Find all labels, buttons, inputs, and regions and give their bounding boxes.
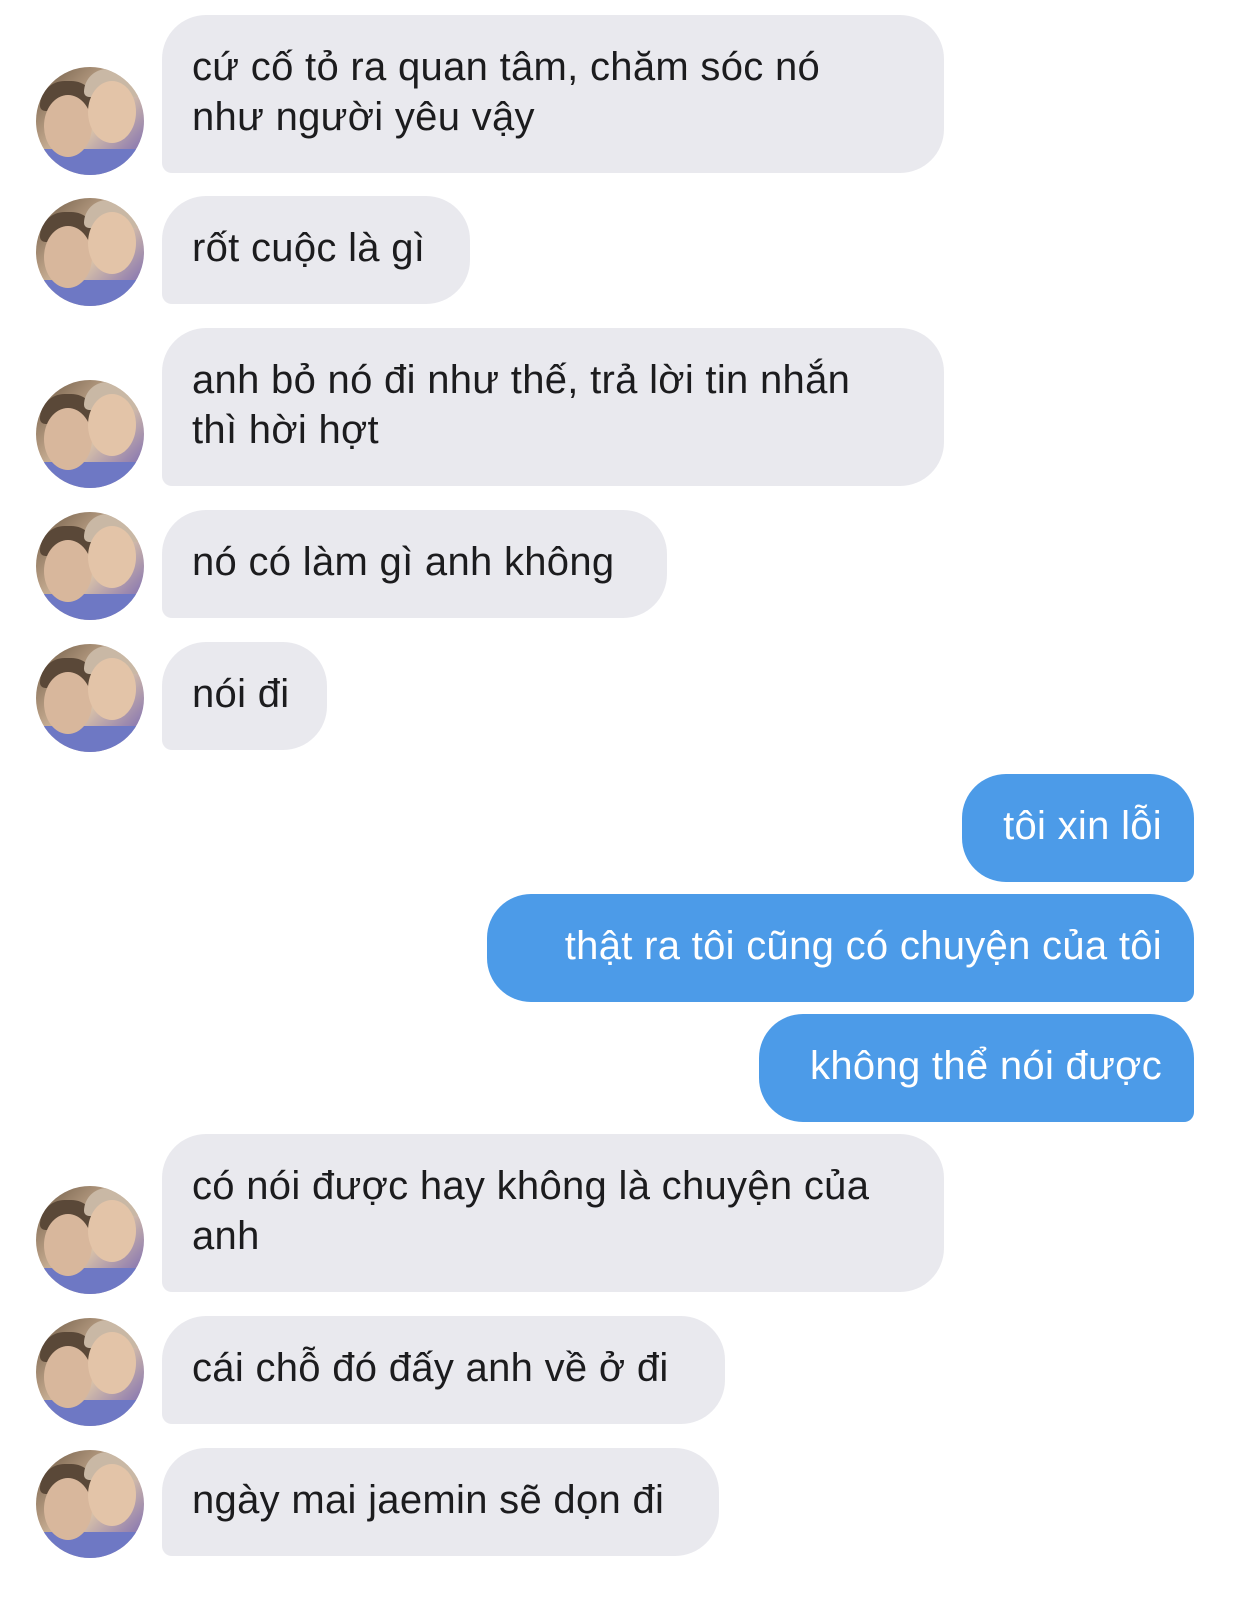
outgoing-message-bubble[interactable]: thật ra tôi cũng có chuyện của tôi [487,894,1194,1002]
contact-avatar[interactable] [36,644,144,752]
incoming-message-bubble[interactable]: anh bỏ nó đi như thế, trả lời tin nhắn t… [162,328,944,486]
incoming-message-bubble[interactable]: nó có làm gì anh không [162,510,667,618]
contact-avatar[interactable] [36,198,144,306]
outgoing-message-bubble[interactable]: tôi xin lỗi [962,774,1194,882]
contact-avatar[interactable] [36,67,144,175]
incoming-message-bubble[interactable]: có nói được hay không là chuyện của anh [162,1134,944,1292]
incoming-message-bubble[interactable]: rốt cuộc là gì [162,196,470,304]
incoming-message-bubble[interactable]: nói đi [162,642,327,750]
contact-avatar[interactable] [36,1450,144,1558]
contact-avatar[interactable] [36,380,144,488]
contact-avatar[interactable] [36,1186,144,1294]
chat-thread[interactable]: cứ cố tỏ ra quan tâm, chăm sóc nó như ng… [0,0,1242,1605]
incoming-message-bubble[interactable]: cứ cố tỏ ra quan tâm, chăm sóc nó như ng… [162,15,944,173]
incoming-message-bubble[interactable]: cái chỗ đó đấy anh về ở đi [162,1316,725,1424]
contact-avatar[interactable] [36,512,144,620]
outgoing-message-bubble[interactable]: không thể nói được [759,1014,1194,1122]
contact-avatar[interactable] [36,1318,144,1426]
incoming-message-bubble[interactable]: ngày mai jaemin sẽ dọn đi [162,1448,719,1556]
